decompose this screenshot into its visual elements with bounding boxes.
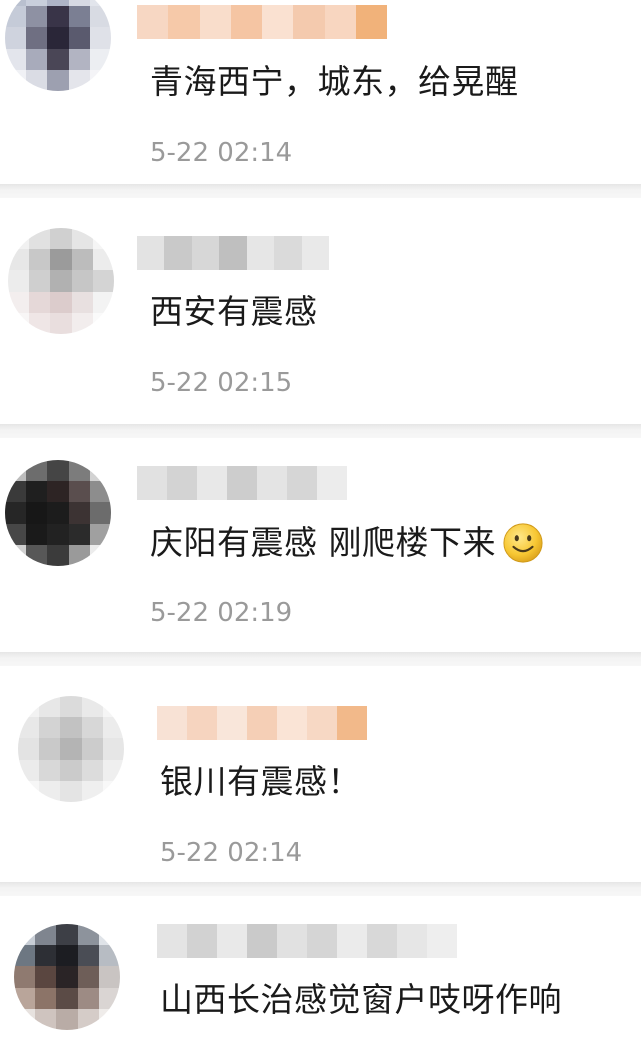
avatar[interactable]: [8, 228, 114, 334]
comment-timestamp: 5-22 02:15: [150, 368, 293, 398]
username-blurred[interactable]: [137, 236, 329, 270]
avatar[interactable]: [5, 0, 111, 91]
comment-item: 山西长治感觉窗户吱呀作响: [0, 896, 641, 1037]
comment-timestamp: 5-22 02:14: [150, 138, 293, 168]
comment-item: 青海西宁，城东，给晃醒 5-22 02:14: [0, 0, 641, 188]
comment-timestamp: 5-22 02:19: [150, 598, 293, 628]
separator: [0, 652, 641, 666]
separator: [0, 184, 641, 198]
username-blurred[interactable]: [157, 924, 457, 958]
comment-item: 银川有震感！ 5-22 02:14: [0, 666, 641, 880]
smile-emoji-icon: [503, 523, 543, 563]
comment-item: 西安有震感 5-22 02:15: [0, 198, 641, 420]
comment-text: 银川有震感！: [160, 762, 361, 801]
avatar[interactable]: [5, 460, 111, 566]
comment-text: 青海西宁，城东，给晃醒: [150, 62, 519, 101]
comment-timestamp: 5-22 02:14: [160, 838, 303, 868]
username-blurred[interactable]: [137, 466, 347, 500]
username-blurred[interactable]: [157, 706, 367, 740]
comment-text: 西安有震感: [150, 292, 318, 331]
avatar[interactable]: [18, 696, 124, 802]
comment-text-content: 庆阳有震感 刚爬楼下来: [150, 523, 496, 562]
separator: [0, 424, 641, 438]
comment-text: 山西长治感觉窗户吱呀作响: [160, 980, 562, 1019]
comment-item: 庆阳有震感 刚爬楼下来 5-22 02:19: [0, 438, 641, 648]
separator: [0, 882, 641, 896]
username-blurred[interactable]: [137, 5, 387, 39]
comment-text: 庆阳有震感 刚爬楼下来: [150, 522, 544, 564]
avatar[interactable]: [14, 924, 120, 1030]
